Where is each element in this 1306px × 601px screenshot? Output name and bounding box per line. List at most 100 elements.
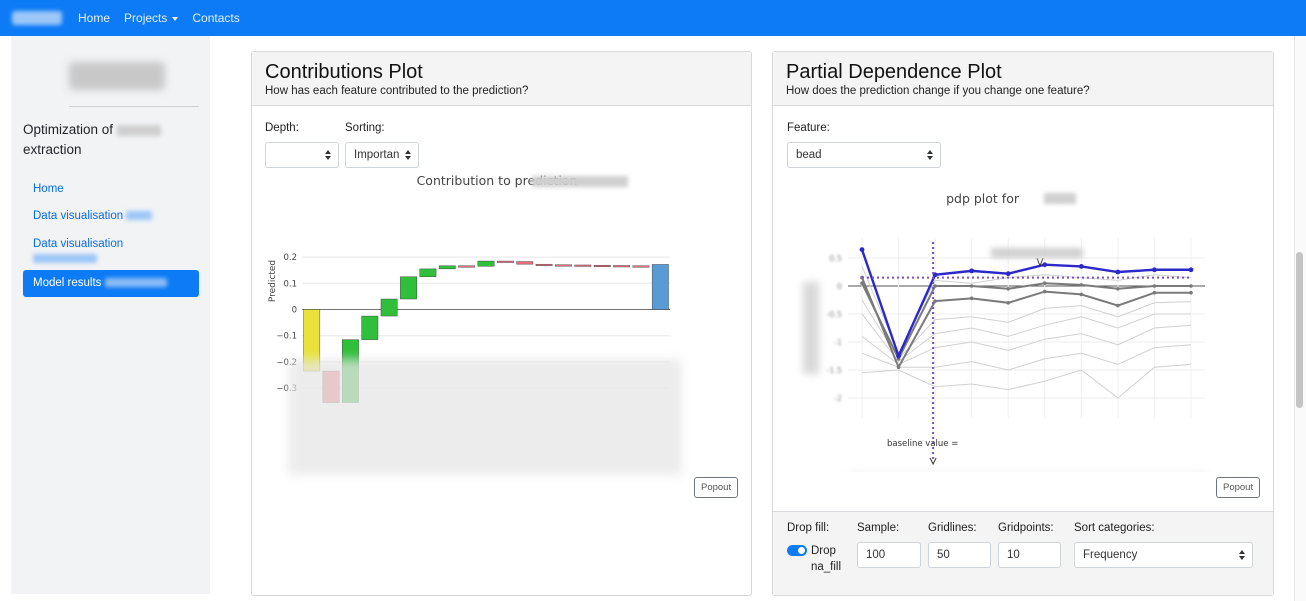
gridpoints-label: Gridpoints: bbox=[998, 522, 1054, 534]
line-point bbox=[1152, 284, 1157, 288]
card-subtitle: How has each feature contributed to the … bbox=[265, 85, 529, 97]
line-point bbox=[859, 247, 865, 252]
sidebar: Optimization of extraction Home Data vis… bbox=[11, 36, 210, 594]
ice-line bbox=[861, 344, 1192, 371]
contributions-card: Contributions Plot How has each feature … bbox=[251, 51, 752, 596]
brand-logo[interactable] bbox=[12, 11, 62, 25]
sorting-select[interactable]: Importan bbox=[345, 142, 419, 168]
sidebar-item-model-results[interactable]: Model results bbox=[23, 270, 199, 297]
waterfall-bar bbox=[458, 265, 476, 268]
y-tick-labels: 0.5 0 -0.5 -1 -1.5 -2 bbox=[826, 254, 842, 403]
y-tick-label: -1.5 bbox=[826, 366, 842, 375]
sidebar-divider bbox=[69, 106, 199, 107]
pdp-popout-button[interactable]: Popout bbox=[1216, 477, 1261, 498]
project-title-prefix: Optimization of bbox=[23, 122, 114, 137]
sidebar-item-label: Data visualisation bbox=[33, 210, 124, 222]
waterfall-bar bbox=[632, 265, 650, 268]
card-header: Contributions Plot How has each feature … bbox=[252, 52, 751, 106]
line-point bbox=[969, 268, 975, 274]
line-point bbox=[896, 353, 901, 359]
page-scrollbar-thumb[interactable] bbox=[1296, 252, 1303, 408]
redacted-text bbox=[1044, 193, 1076, 204]
redacted-baseline-pred-label bbox=[991, 248, 1083, 258]
gridlines bbox=[848, 238, 1205, 418]
sample-input[interactable]: 100 bbox=[857, 542, 921, 568]
top-navbar: Home Projects Contacts bbox=[0, 0, 1306, 36]
redacted-y-axis-label bbox=[803, 282, 819, 374]
line-point bbox=[1115, 269, 1121, 275]
feature-select[interactable]: bead bbox=[787, 142, 941, 168]
waterfall-bar bbox=[361, 315, 379, 340]
waterfall-bar bbox=[535, 263, 553, 266]
sidebar-item-data-visualisation-2[interactable]: Data visualisation bbox=[23, 231, 199, 273]
redacted-text bbox=[33, 254, 97, 264]
waterfall-bar bbox=[613, 265, 630, 268]
chart-title: pdp plot for bbox=[946, 191, 1020, 206]
y-tick-label: 0 bbox=[837, 282, 842, 291]
depth-select[interactable] bbox=[265, 142, 339, 168]
line-point bbox=[969, 296, 974, 301]
line-point bbox=[969, 284, 974, 288]
nav-projects-dropdown[interactable]: Projects bbox=[124, 11, 179, 25]
select-arrows-icon bbox=[325, 150, 331, 160]
redacted-x-tick-labels bbox=[288, 359, 682, 475]
nav-contacts-link[interactable]: Contacts bbox=[192, 11, 239, 25]
waterfall-bar bbox=[400, 276, 417, 300]
sidebar-item-home[interactable]: Home bbox=[23, 176, 199, 203]
pdp-chart[interactable]: pdp plot for 0.5 0 -0.5 -1 -1.5 -2 baseline v… bbox=[773, 182, 1273, 472]
y-tick-label: 0 bbox=[292, 306, 297, 316]
card-subtitle: How does the prediction change if you ch… bbox=[786, 85, 1090, 97]
redacted-text bbox=[116, 124, 161, 136]
sample-label: Sample: bbox=[857, 522, 900, 534]
line-point bbox=[1152, 267, 1157, 273]
waterfall-bar bbox=[574, 264, 592, 267]
ice-line bbox=[861, 282, 1191, 362]
y-tick-label: 0.5 bbox=[829, 254, 842, 263]
gridlines-input[interactable]: 50 bbox=[928, 542, 991, 568]
y-tick-label: -2 bbox=[834, 394, 842, 403]
contributions-popout-button[interactable]: Popout bbox=[694, 477, 739, 498]
drop-fill-toggle[interactable] bbox=[787, 545, 807, 556]
waterfall-bar bbox=[438, 265, 456, 270]
feature-value: bead bbox=[796, 149, 822, 161]
y-tick-label: 0.2 bbox=[283, 253, 297, 263]
line-point bbox=[1188, 267, 1194, 273]
sidebar-item-data-visualisation-1[interactable]: Data visualisation bbox=[23, 203, 199, 230]
waterfall-bar bbox=[496, 260, 514, 263]
y-axis-label: Predicted bbox=[268, 260, 278, 302]
pdp-lines bbox=[859, 242, 1194, 466]
line-point bbox=[1042, 289, 1047, 294]
waterfall-bar bbox=[651, 264, 669, 310]
waterfall-bar bbox=[555, 264, 572, 267]
line-point bbox=[1078, 264, 1084, 269]
contributions-chart[interactable]: Contribution to prediction Predicted 0.2… bbox=[252, 170, 751, 526]
waterfall-bar bbox=[593, 265, 611, 267]
line-point bbox=[896, 365, 901, 369]
baseline-value-label: baseline value = bbox=[887, 439, 958, 449]
sort-categories-select[interactable]: Frequency bbox=[1074, 542, 1253, 568]
sorting-value: Importan bbox=[354, 149, 400, 161]
y-tick-label: -1 bbox=[834, 338, 842, 347]
redacted-text bbox=[532, 176, 628, 187]
nav-projects-label: Projects bbox=[124, 11, 168, 25]
sort-categories-label: Sort categories: bbox=[1074, 522, 1155, 534]
sidebar-item-label: Home bbox=[33, 183, 64, 195]
gridpoints-input[interactable]: 10 bbox=[998, 542, 1061, 568]
sorting-label: Sorting: bbox=[345, 122, 385, 134]
card-header: Partial Dependence Plot How does the pre… bbox=[773, 52, 1273, 106]
ice-line bbox=[861, 266, 1192, 355]
card-title: Contributions Plot bbox=[265, 61, 423, 83]
sidebar-item-label: Model results bbox=[33, 277, 102, 289]
project-logo bbox=[69, 62, 165, 90]
line-point bbox=[860, 281, 864, 285]
line-point bbox=[1079, 283, 1084, 287]
redacted-text bbox=[126, 211, 153, 221]
line-point bbox=[1189, 290, 1193, 295]
waterfall-bar bbox=[419, 268, 437, 277]
depth-label: Depth: bbox=[265, 122, 299, 134]
sort-categories-value: Frequency bbox=[1083, 549, 1138, 561]
line-point bbox=[1116, 303, 1120, 308]
nav-home-link[interactable]: Home bbox=[78, 11, 110, 25]
line-point bbox=[1042, 262, 1048, 268]
ice-line bbox=[861, 363, 1192, 399]
